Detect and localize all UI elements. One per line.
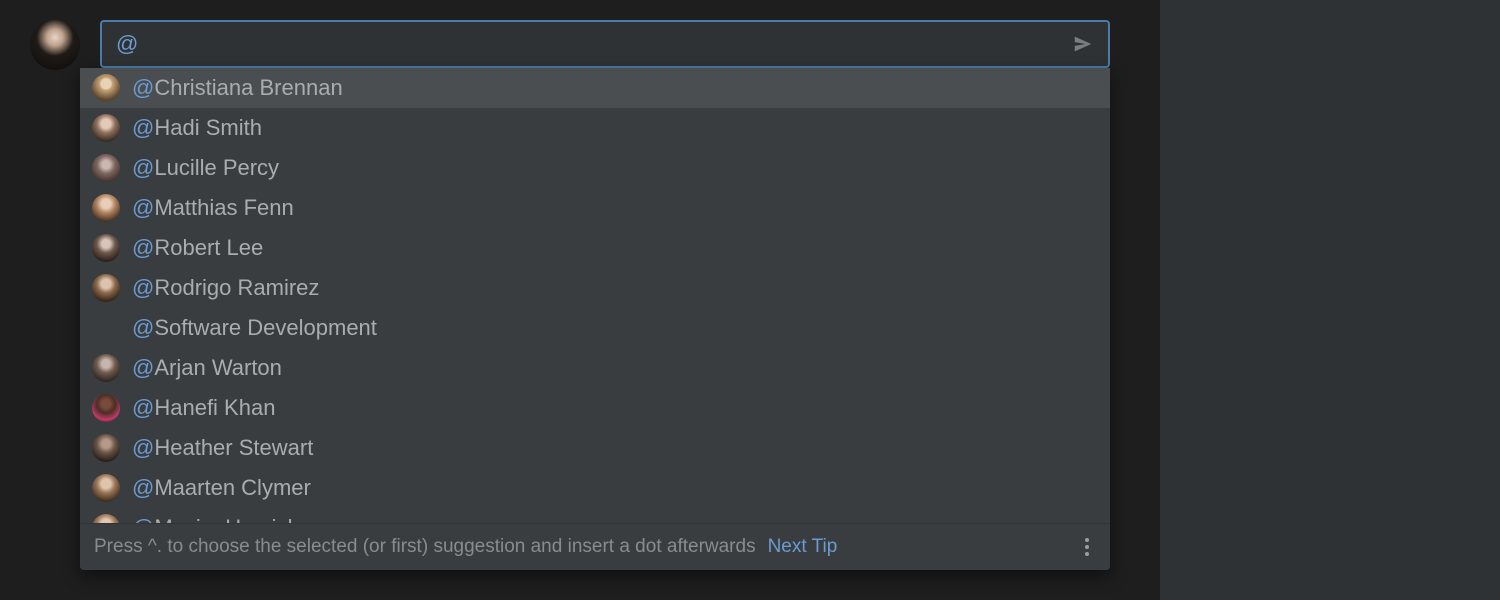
mention-dropdown: @Christiana Brennan@Hadi Smith@Lucille P…: [80, 68, 1110, 570]
suggestion-avatar: [92, 194, 120, 222]
at-symbol: @: [132, 435, 154, 461]
suggestion-avatar: [92, 474, 120, 502]
at-symbol: @: [132, 275, 154, 301]
suggestion-list: @Christiana Brennan@Hadi Smith@Lucille P…: [80, 68, 1110, 523]
suggestion-item[interactable]: @Heather Stewart: [80, 428, 1110, 468]
message-input-wrap[interactable]: [100, 20, 1110, 68]
suggestion-item[interactable]: @Hanefi Khan: [80, 388, 1110, 428]
at-symbol: @: [132, 195, 154, 221]
suggestion-item[interactable]: @Rodrigo Ramirez: [80, 268, 1110, 308]
suggestion-avatar: [92, 434, 120, 462]
suggestion-item[interactable]: @Lucille Percy: [80, 148, 1110, 188]
suggestion-item[interactable]: @Christiana Brennan: [80, 68, 1110, 108]
at-symbol: @: [132, 235, 154, 261]
suggestion-item[interactable]: @Robert Lee: [80, 228, 1110, 268]
suggestion-avatar: [92, 74, 120, 102]
dropdown-footer: Press ^. to choose the selected (or firs…: [80, 523, 1110, 570]
suggestion-name: Software Development: [154, 315, 377, 341]
at-symbol: @: [132, 395, 154, 421]
suggestion-item[interactable]: @Arjan Warton: [80, 348, 1110, 388]
at-symbol: @: [132, 355, 154, 381]
at-symbol: @: [132, 515, 154, 523]
at-symbol: @: [132, 315, 154, 341]
suggestion-avatar: [92, 314, 120, 342]
at-symbol: @: [132, 155, 154, 181]
suggestion-avatar: [92, 274, 120, 302]
suggestion-name: Maarten Clymer: [154, 475, 310, 501]
suggestion-item[interactable]: @Software Development: [80, 308, 1110, 348]
suggestion-avatar: [92, 154, 120, 182]
suggestion-name: Lucille Percy: [154, 155, 279, 181]
at-symbol: @: [132, 75, 154, 101]
send-icon[interactable]: [1072, 33, 1094, 55]
suggestion-name: Robert Lee: [154, 235, 263, 261]
suggestion-avatar: [92, 514, 120, 523]
main-panel: @Christiana Brennan@Hadi Smith@Lucille P…: [0, 0, 1160, 600]
suggestion-item[interactable]: @Hadi Smith: [80, 108, 1110, 148]
footer-hint: Press ^. to choose the selected (or firs…: [94, 536, 756, 558]
next-tip-link[interactable]: Next Tip: [768, 536, 838, 558]
suggestion-name: Hanefi Khan: [154, 395, 275, 421]
suggestion-item[interactable]: @Maxim Harvick: [80, 508, 1110, 523]
message-input[interactable]: [116, 31, 1072, 57]
suggestion-avatar: [92, 354, 120, 382]
suggestion-name: Christiana Brennan: [154, 75, 342, 101]
suggestion-item[interactable]: @Matthias Fenn: [80, 188, 1110, 228]
suggestion-avatar: [92, 394, 120, 422]
compose-row: [30, 20, 1110, 70]
at-symbol: @: [132, 115, 154, 141]
suggestion-avatar: [92, 114, 120, 142]
suggestion-name: Maxim Harvick: [154, 515, 298, 523]
more-vertical-icon[interactable]: [1078, 538, 1096, 556]
suggestion-avatar: [92, 234, 120, 262]
suggestion-name: Heather Stewart: [154, 435, 313, 461]
side-panel: [1160, 0, 1500, 600]
suggestion-name: Matthias Fenn: [154, 195, 293, 221]
at-symbol: @: [132, 475, 154, 501]
suggestion-item[interactable]: @Maarten Clymer: [80, 468, 1110, 508]
suggestion-name: Hadi Smith: [154, 115, 262, 141]
suggestion-name: Rodrigo Ramirez: [154, 275, 319, 301]
user-avatar: [30, 20, 80, 70]
suggestion-name: Arjan Warton: [154, 355, 282, 381]
